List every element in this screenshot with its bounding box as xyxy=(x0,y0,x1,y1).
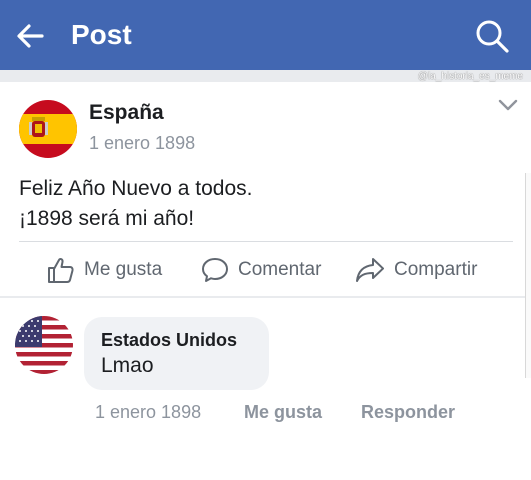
comment-reply-button[interactable]: Responder xyxy=(361,400,455,424)
share-label: Compartir xyxy=(394,259,478,280)
comment-date[interactable]: 1 enero 1898 xyxy=(95,400,201,424)
spain-flag-icon[interactable] xyxy=(19,100,77,158)
usa-flag-icon[interactable] xyxy=(15,316,73,374)
comment-bubble[interactable]: Estados Unidos Lmao xyxy=(84,317,269,390)
comment-like-button[interactable]: Me gusta xyxy=(244,400,322,424)
post-date[interactable]: 1 enero 1898 xyxy=(89,131,195,155)
comment-text: Lmao xyxy=(101,354,154,377)
scrollbar[interactable] xyxy=(525,173,531,378)
watermark: @la_historia_es_meme xyxy=(417,71,523,82)
like-button[interactable]: Me gusta xyxy=(46,252,162,288)
like-label: Me gusta xyxy=(84,259,163,280)
section-separator xyxy=(0,296,531,298)
post-text-line: Feliz Año Nuevo a todos. xyxy=(19,177,253,200)
share-arrow-icon xyxy=(356,258,384,282)
page-title: Post xyxy=(71,19,132,50)
post-author[interactable]: España xyxy=(89,100,164,126)
comment-button[interactable]: Comentar xyxy=(200,252,321,288)
comment-label: Comentar xyxy=(238,259,322,280)
post-text-line: ¡1898 será mi año! xyxy=(19,207,195,230)
search-icon[interactable] xyxy=(474,18,510,54)
comment-icon xyxy=(202,258,228,282)
top-bar: Post xyxy=(0,0,531,70)
chevron-down-icon[interactable] xyxy=(497,96,519,114)
share-button[interactable]: Compartir xyxy=(354,252,477,288)
post-body: Feliz Año Nuevo a todos. ¡1898 será mi a… xyxy=(19,174,252,234)
thumbs-up-icon xyxy=(48,257,74,283)
arrow-left-icon[interactable] xyxy=(14,20,46,52)
comment-author[interactable]: Estados Unidos xyxy=(101,328,237,352)
divider xyxy=(19,241,513,242)
